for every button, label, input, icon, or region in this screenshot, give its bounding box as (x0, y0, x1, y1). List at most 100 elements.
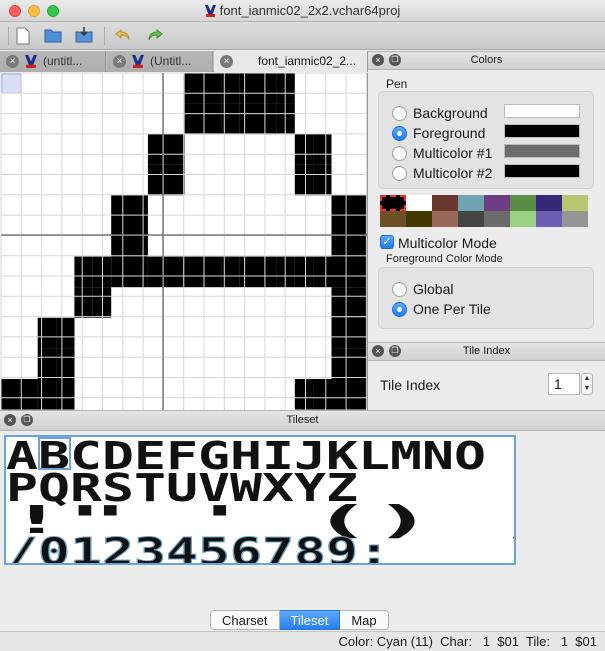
pixel[interactable] (313, 164, 332, 196)
pixel[interactable] (294, 134, 314, 165)
pixel[interactable] (184, 256, 203, 288)
open-folder-icon[interactable] (44, 27, 62, 45)
pixel[interactable] (111, 226, 130, 257)
radio-foreground[interactable] (392, 126, 407, 141)
pixel[interactable] (129, 195, 148, 226)
tileset-row-3[interactable]: /0123456789: (6, 530, 391, 565)
pixel[interactable] (56, 348, 75, 379)
palette-color-6[interactable] (536, 195, 562, 211)
multicolor-mode-checkbox[interactable]: ✓ (380, 235, 394, 249)
pixel[interactable] (331, 348, 350, 379)
background-color-swatch[interactable] (504, 104, 580, 118)
tab-tileset[interactable]: Tileset (279, 610, 341, 630)
radio-multicolor-2[interactable] (392, 166, 407, 181)
palette-color-4[interactable] (484, 195, 510, 211)
pixel[interactable] (331, 379, 350, 410)
pixel[interactable] (239, 256, 259, 288)
pixel[interactable] (184, 73, 203, 104)
palette-color-13[interactable] (510, 211, 536, 227)
pixel[interactable] (313, 134, 332, 165)
pixel[interactable] (166, 134, 185, 165)
pixel[interactable] (166, 256, 185, 288)
pixel[interactable] (349, 195, 368, 226)
pixel[interactable] (331, 317, 350, 349)
palette-color-9[interactable] (406, 211, 432, 227)
pixel[interactable] (294, 379, 314, 410)
palette-color-1[interactable] (406, 195, 432, 211)
palette-color-5[interactable] (510, 195, 536, 211)
pixel[interactable] (331, 256, 350, 288)
tile-index-stepper[interactable]: ▲ ▼ (581, 373, 593, 395)
close-panel-icon[interactable]: × (4, 414, 16, 426)
float-panel-icon[interactable]: ❐ (389, 54, 401, 66)
close-tab-icon[interactable]: × (220, 55, 233, 68)
pixel[interactable] (349, 287, 368, 318)
pixel[interactable] (349, 317, 368, 349)
multicolor-1-swatch[interactable] (504, 144, 580, 158)
pixel[interactable] (331, 287, 350, 318)
palette-color-8[interactable] (380, 211, 406, 227)
close-tab-icon[interactable]: × (113, 55, 126, 68)
pixel[interactable] (74, 256, 93, 288)
pixel[interactable] (129, 226, 148, 257)
pixel[interactable] (258, 73, 277, 104)
pixel[interactable] (349, 348, 368, 379)
close-panel-icon[interactable]: × (372, 345, 384, 357)
close-panel-icon[interactable]: × (372, 54, 384, 66)
pixel[interactable] (166, 164, 185, 196)
radio-one-per-tile[interactable] (392, 302, 407, 317)
close-tab-icon[interactable]: × (6, 55, 19, 68)
redo-icon[interactable] (146, 27, 164, 45)
palette-color-2[interactable] (432, 195, 458, 211)
tab-map[interactable]: Map (340, 610, 389, 630)
palette-color-7[interactable] (562, 195, 588, 211)
pixel[interactable] (294, 164, 314, 196)
doc-tab-font-project[interactable]: × font_ianmic02_2... (214, 51, 368, 72)
pixel[interactable] (203, 256, 222, 288)
tile-index-input[interactable]: 1 (548, 373, 580, 395)
palette-color-10[interactable] (432, 211, 458, 227)
palette-color-15[interactable] (562, 211, 588, 227)
pixel[interactable] (184, 103, 203, 135)
palette-color-0[interactable] (380, 195, 406, 211)
pixel[interactable] (313, 379, 332, 410)
float-panel-icon[interactable]: ❐ (21, 414, 33, 426)
pixel[interactable] (239, 103, 259, 135)
radio-multicolor-1[interactable] (392, 146, 407, 161)
pixel[interactable] (349, 379, 368, 410)
pixel[interactable] (37, 379, 57, 410)
pixel[interactable] (56, 379, 75, 410)
palette-color-11[interactable] (458, 211, 484, 227)
char-editor[interactable] (1, 73, 368, 410)
pixel[interactable] (203, 73, 222, 104)
pixel[interactable] (258, 103, 277, 135)
pixel[interactable] (111, 256, 130, 288)
radio-background[interactable] (392, 106, 407, 121)
pixel[interactable] (239, 73, 259, 104)
pixel[interactable] (331, 195, 350, 226)
pixel[interactable] (74, 287, 93, 318)
tab-charset[interactable]: Charset (210, 610, 280, 630)
pixel[interactable] (56, 317, 75, 349)
pixel[interactable] (313, 256, 332, 288)
multicolor-2-swatch[interactable] (504, 164, 580, 178)
pixel[interactable] (294, 256, 314, 288)
save-icon[interactable] (75, 27, 93, 45)
foreground-color-swatch[interactable] (504, 124, 580, 138)
doc-tab-untitled-2[interactable]: × (Untitl... (107, 51, 213, 72)
float-panel-icon[interactable]: ❐ (389, 345, 401, 357)
pixel[interactable] (1, 379, 20, 410)
pixel[interactable] (37, 317, 57, 349)
pixel-grid[interactable] (1, 73, 368, 410)
pixel[interactable] (349, 226, 368, 257)
pixel[interactable] (203, 103, 222, 135)
radio-global[interactable] (392, 282, 407, 297)
new-file-icon[interactable] (14, 27, 32, 45)
undo-icon[interactable] (114, 27, 132, 45)
palette-color-12[interactable] (484, 211, 510, 227)
tileset-canvas[interactable]: ABCDEFGHIJKLMNOPQRSTUVWXYZ !" ' () ,-./0… (4, 435, 516, 565)
palette-color-14[interactable] (536, 211, 562, 227)
pixel[interactable] (37, 348, 57, 379)
doc-tab-untitled-1[interactable]: × (untitl... (0, 51, 106, 72)
pixel[interactable] (331, 226, 350, 257)
